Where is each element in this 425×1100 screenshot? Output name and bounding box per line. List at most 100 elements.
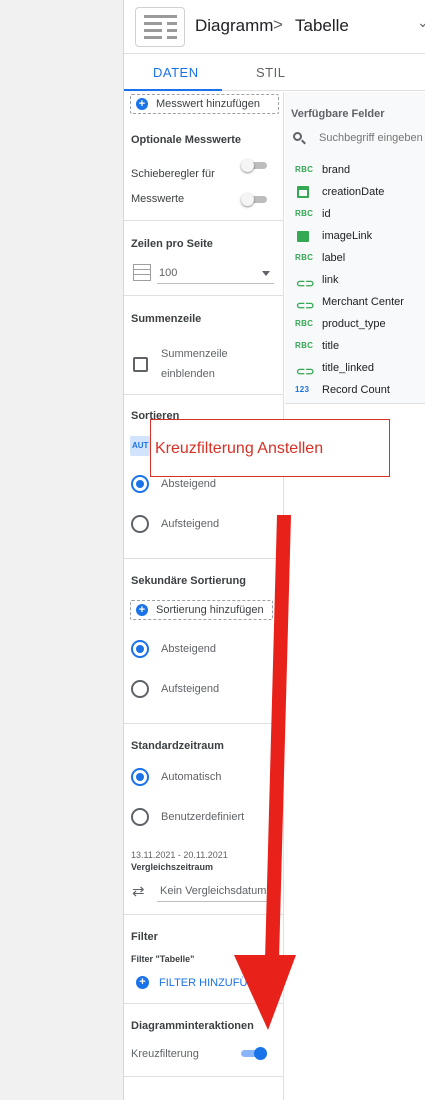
filter-title: Filter xyxy=(131,931,158,943)
summary-row-title: Summenzeile xyxy=(131,313,202,325)
field-item[interactable]: RBC label xyxy=(295,251,425,269)
field-item[interactable]: ⊂⊃ title_linked xyxy=(295,361,425,379)
field-item[interactable]: ⊂⊃ link xyxy=(295,273,425,291)
field-item[interactable]: RBC brand xyxy=(295,163,425,181)
metrics-toggle[interactable] xyxy=(241,193,267,206)
field-item[interactable]: creationDate xyxy=(295,185,425,203)
breadcrumb-root[interactable]: Diagramm xyxy=(195,16,273,36)
add-metric-button[interactable]: + Messwert hinzufügen xyxy=(130,94,279,114)
add-metric-label: Messwert hinzufügen xyxy=(156,98,260,110)
field-name: link xyxy=(322,274,339,286)
add-icon: + xyxy=(136,98,148,110)
sort-desc-label: Absteigend xyxy=(161,478,217,490)
rows-per-page-select[interactable]: 100 xyxy=(157,262,274,284)
field-item[interactable]: ⊂⊃ Merchant Center xyxy=(295,295,425,313)
number-type-icon: 123 xyxy=(295,385,310,394)
link-icon: ⊂⊃ xyxy=(296,366,315,378)
annotation-callout: Kreuzfilterung Anstellen xyxy=(150,419,390,477)
add-sort-label: Sortierung hinzufügen xyxy=(156,604,264,616)
divider xyxy=(124,1003,284,1004)
rows-per-page-value: 100 xyxy=(159,267,178,279)
available-fields-panel: Verfügbare Felder RBC brand creationDate… xyxy=(285,92,425,404)
sort-desc-radio[interactable] xyxy=(131,475,149,493)
add-filter-button[interactable]: + FILTER HINZUFÜGEN xyxy=(135,975,275,991)
field-item[interactable]: RBC product_type xyxy=(295,317,425,335)
field-name: Record Count xyxy=(322,384,390,396)
comparison-select[interactable]: Kein Vergleichsdatum xyxy=(157,880,274,902)
sort-metric-chip[interactable]: AUT xyxy=(130,436,150,456)
field-item[interactable]: RBC id xyxy=(295,207,425,225)
comparison-value: Kein Vergleichsdatum xyxy=(160,885,267,897)
text-type-icon: RBC xyxy=(295,319,314,328)
chevron-down-icon[interactable]: ⌄ xyxy=(417,14,425,31)
secondary-sort-desc-label: Absteigend xyxy=(161,643,217,655)
slider-toggle[interactable] xyxy=(241,159,267,172)
chart-interactions-title: Diagramminteraktionen xyxy=(131,1020,254,1032)
divider xyxy=(124,723,284,724)
calendar-icon xyxy=(297,186,309,198)
fields-search-input[interactable] xyxy=(319,129,425,147)
date-auto-label: Automatisch xyxy=(161,771,222,783)
field-item[interactable]: imageLink xyxy=(295,229,425,247)
filter-subtitle: Filter "Tabelle" xyxy=(131,954,195,964)
breadcrumb-current[interactable]: Tabelle xyxy=(295,16,349,36)
divider xyxy=(124,558,284,559)
divider xyxy=(124,914,284,915)
optional-metrics-title: Optionale Messwerte xyxy=(131,134,242,146)
divider xyxy=(124,295,284,296)
field-name: imageLink xyxy=(322,230,373,242)
chart-properties-panel: Diagramm > Tabelle ⌄ DATEN STIL + Messwe… xyxy=(123,0,425,1100)
rows-per-page-title: Zeilen pro Seite xyxy=(131,238,213,250)
active-tab-indicator xyxy=(124,89,222,91)
table-rows-icon xyxy=(133,264,151,281)
dropdown-arrow-icon xyxy=(262,271,270,276)
available-fields-title: Verfügbare Felder xyxy=(291,108,385,120)
secondary-sort-asc-label: Aufsteigend xyxy=(161,683,220,695)
field-name: title xyxy=(322,340,340,352)
sort-metric-chip-label: AUT xyxy=(132,441,149,450)
cross-filter-toggle[interactable] xyxy=(241,1047,267,1060)
comparison-label: Vergleichszeitraum xyxy=(131,862,214,872)
tab-daten[interactable]: DATEN xyxy=(153,65,199,80)
add-icon: + xyxy=(136,604,148,616)
slider-label: Schieberegler für xyxy=(131,168,215,180)
secondary-sort-desc-radio[interactable] xyxy=(131,640,149,658)
text-type-icon: RBC xyxy=(295,253,314,262)
breadcrumb-separator-icon: > xyxy=(273,15,283,34)
sort-asc-label: Aufsteigend xyxy=(161,518,220,530)
field-item[interactable]: 123 Record Count xyxy=(295,383,425,401)
add-sort-button[interactable]: + Sortierung hinzufügen xyxy=(130,600,273,620)
text-type-icon: RBC xyxy=(295,165,314,174)
divider xyxy=(124,394,284,395)
data-settings-column: + Messwert hinzufügen Optionale Messwert… xyxy=(124,92,284,1100)
field-item[interactable]: RBC title xyxy=(295,339,425,357)
summary-row-label-2: einblenden xyxy=(161,368,215,380)
search-icon xyxy=(293,132,306,145)
default-date-range-title: Standardzeitraum xyxy=(131,740,224,752)
tab-stil[interactable]: STIL xyxy=(256,65,285,80)
sort-asc-radio[interactable] xyxy=(131,515,149,533)
divider xyxy=(124,220,284,221)
secondary-sort-title: Sekundäre Sortierung xyxy=(131,575,246,587)
date-auto-radio[interactable] xyxy=(131,768,149,786)
add-filter-label: FILTER HINZUFÜGEN xyxy=(159,977,272,989)
date-custom-label: Benutzerdefiniert xyxy=(161,811,245,823)
text-type-icon: RBC xyxy=(295,209,314,218)
table-chart-icon[interactable] xyxy=(135,7,185,47)
field-name: product_type xyxy=(322,318,386,330)
summary-row-checkbox[interactable] xyxy=(133,357,148,372)
field-name: creationDate xyxy=(322,186,385,198)
summary-row-label-1: Summenzeile xyxy=(161,348,228,360)
link-icon: ⊂⊃ xyxy=(296,278,315,290)
cross-filter-label: Kreuzfilterung xyxy=(131,1048,199,1060)
secondary-sort-asc-radio[interactable] xyxy=(131,680,149,698)
metrics-label: Messwerte xyxy=(131,193,185,205)
tab-bar: DATEN STIL xyxy=(124,55,425,91)
field-name: label xyxy=(322,252,346,264)
date-range-text: 13.11.2021 - 20.11.2021 xyxy=(131,850,228,860)
date-custom-radio[interactable] xyxy=(131,808,149,826)
text-type-icon: RBC xyxy=(295,341,314,350)
image-icon xyxy=(297,231,309,242)
add-icon: + xyxy=(136,976,149,989)
panel-header: Diagramm > Tabelle ⌄ xyxy=(124,0,425,54)
